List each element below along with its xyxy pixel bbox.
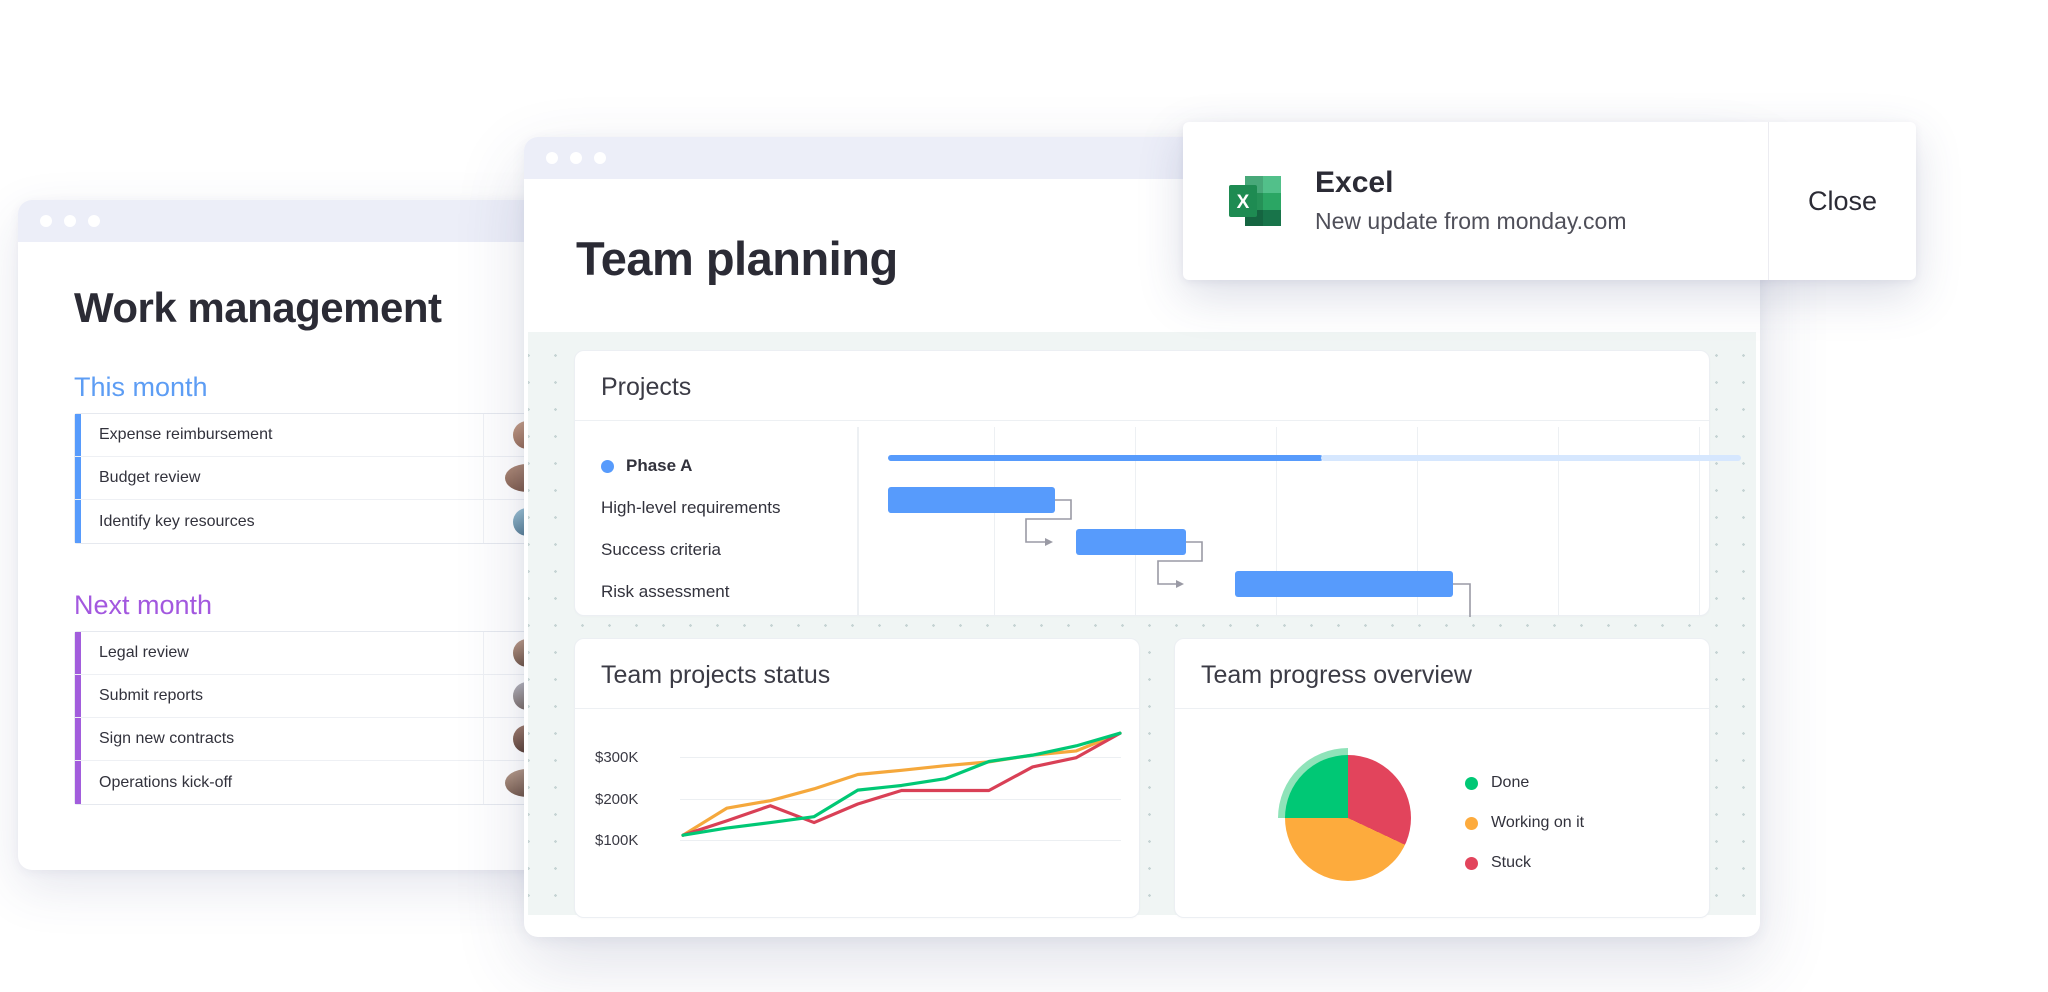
legend-label: Working on it: [1491, 814, 1585, 831]
legend-item-stuck[interactable]: Stuck: [1465, 843, 1584, 883]
task-name: Identify key resources: [99, 512, 255, 530]
screenshot-root: Work management This month Owner Expense…: [0, 0, 2048, 992]
team-progress-overview-card: Team progress overview Done Working on i…: [1174, 638, 1710, 918]
notification-text: Excel New update from monday.com: [1315, 164, 1627, 239]
legend-swatch-working-on-it: [1465, 816, 1478, 830]
legend-label: Done: [1491, 774, 1530, 791]
dashboard-canvas: Projects Phase A High-level requirements…: [528, 332, 1756, 918]
line-chart-series: [681, 731, 1122, 837]
gantt-row-task[interactable]: High-level requirements: [601, 487, 857, 529]
pie-chart-area: Done Working on it Stuck: [1175, 719, 1709, 917]
series-green: [681, 731, 1122, 837]
window-dot-minimize[interactable]: [570, 152, 582, 164]
legend-item-working-on-it[interactable]: Working on it: [1465, 803, 1584, 843]
window-dot-maximize[interactable]: [594, 152, 606, 164]
projects-card-header: Projects: [575, 351, 1709, 421]
card-title: Projects: [601, 373, 692, 401]
line-chart: $300K $200K $100K: [575, 719, 1139, 917]
gantt-timeline: [858, 427, 1741, 617]
gantt-label: High-level requirements: [601, 498, 781, 517]
gantt-bar-high-level-requirements[interactable]: [888, 487, 1055, 513]
gantt-row-labels: Phase A High-level requirements Success …: [575, 427, 858, 615]
gantt-phase-bar-remaining: [1321, 455, 1741, 461]
gantt-bar-risk-assessment[interactable]: [1235, 571, 1453, 597]
task-name: Sign new contracts: [99, 730, 235, 747]
group-title: This month: [74, 372, 208, 402]
gantt-chart: Phase A High-level requirements Success …: [575, 427, 1741, 617]
pie-card-header: Team progress overview: [1175, 639, 1709, 709]
notification-app-name: Excel: [1315, 165, 1394, 199]
pie-legend: Done Working on it Stuck: [1465, 763, 1584, 883]
legend-item-done[interactable]: Done: [1465, 763, 1584, 803]
team-projects-status-card: Team projects status $300K $200K $100K: [574, 638, 1140, 918]
gantt-bar-success-criteria[interactable]: [1076, 529, 1186, 555]
excel-icon: X: [1225, 170, 1287, 232]
task-name: Budget review: [99, 469, 201, 486]
card-title: Team projects status: [601, 661, 831, 689]
pie-chart[interactable]: [1285, 755, 1411, 881]
legend-swatch-done: [1465, 776, 1478, 790]
phase-dot-icon: [601, 459, 614, 473]
window-dot-close[interactable]: [40, 215, 52, 227]
excel-notification-toast: X Excel New update from monday.com Close: [1183, 122, 1916, 280]
card-title: Team progress overview: [1201, 661, 1472, 689]
projects-card: Projects Phase A High-level requirements…: [574, 350, 1741, 617]
gantt-gridline: [858, 427, 859, 615]
gantt-row-task[interactable]: Success criteria: [601, 529, 857, 571]
status-card-header: Team projects status: [575, 639, 1139, 709]
svg-text:X: X: [1237, 192, 1250, 213]
close-button[interactable]: Close: [1768, 122, 1916, 280]
window-dot-maximize[interactable]: [88, 215, 100, 227]
task-name: Legal review: [99, 644, 189, 661]
task-name: Operations kick-off: [99, 773, 233, 791]
notification-content[interactable]: X Excel New update from monday.com: [1183, 122, 1768, 280]
task-name: Submit reports: [99, 687, 204, 704]
gantt-label: Phase A: [626, 456, 693, 475]
gantt-label: Success criteria: [601, 540, 721, 559]
group-title: Next month: [74, 590, 213, 620]
window-dot-minimize[interactable]: [64, 215, 76, 227]
gantt-phase-bar[interactable]: [888, 455, 1323, 461]
legend-swatch-stuck: [1465, 856, 1478, 870]
notification-message: New update from monday.com: [1315, 208, 1627, 235]
window-dot-close[interactable]: [546, 152, 558, 164]
task-name: Expense reimbursement: [99, 426, 273, 443]
gantt-row-task[interactable]: Risk assessment: [601, 571, 857, 613]
gantt-row-phase[interactable]: Phase A: [601, 445, 857, 487]
gantt-label: Risk assessment: [601, 582, 730, 601]
legend-label: Stuck: [1491, 854, 1532, 871]
